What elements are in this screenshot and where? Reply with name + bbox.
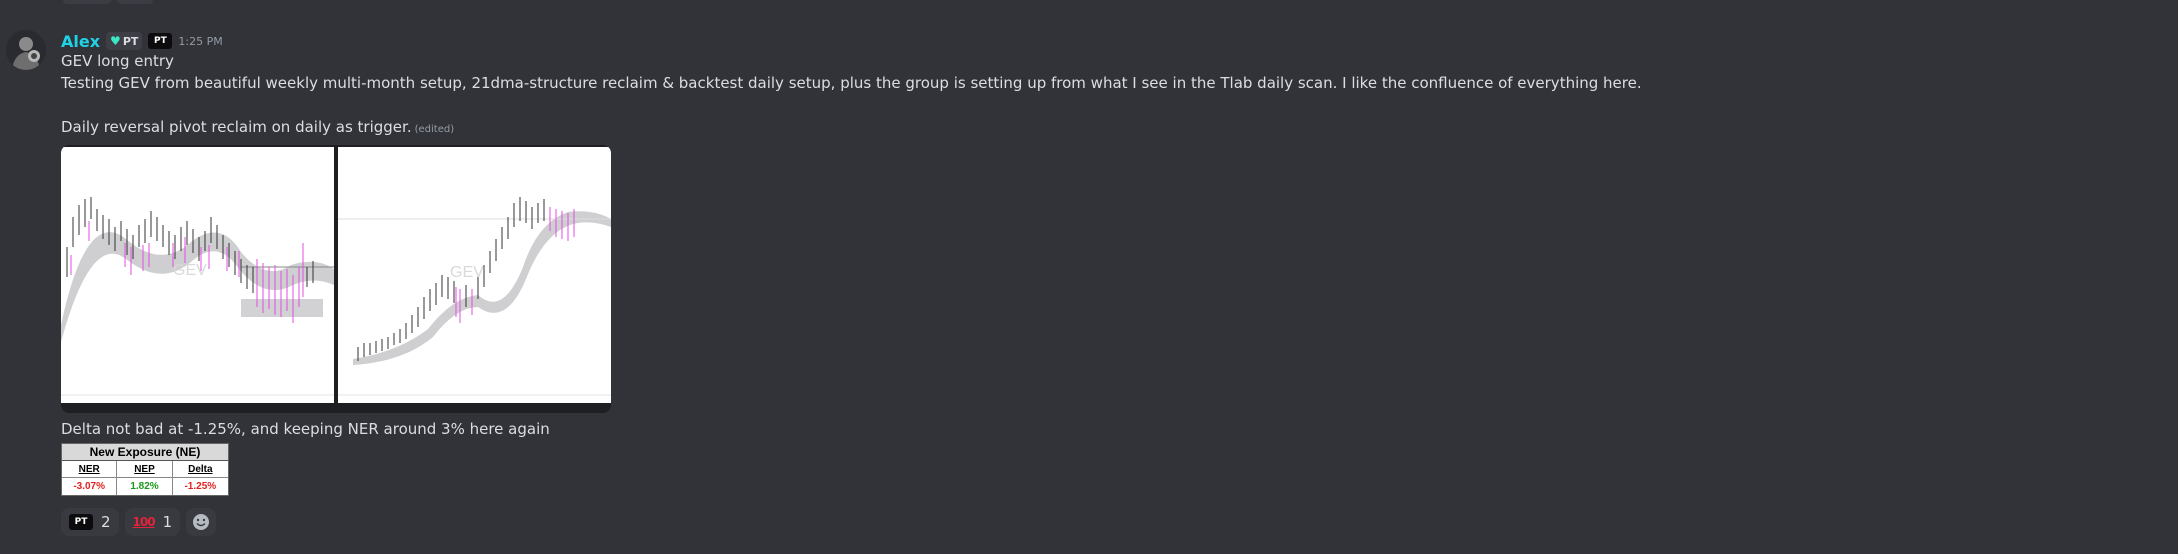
- avatar-image: [6, 30, 46, 70]
- previous-reaction-stub: [63, 0, 111, 4]
- exposure-header-delta: Delta: [172, 461, 228, 478]
- message-header: Alex ♥ PT PT 1:25 PM: [61, 30, 223, 52]
- role-badge-label: PT: [122, 34, 139, 48]
- smiley-icon: [193, 514, 210, 530]
- exposure-header-ner: NER: [62, 461, 118, 478]
- exposure-table-grid: NER NEP Delta -3.07% 1.82% -1.25%: [62, 461, 228, 495]
- image-attachments: GEV GEV: [61, 145, 611, 413]
- exposure-header-nep: NEP: [117, 461, 173, 478]
- username[interactable]: Alex: [61, 32, 100, 51]
- weekly-chart-drawing: GEV: [61, 197, 334, 396]
- add-reaction-button[interactable]: [186, 508, 217, 536]
- reaction-100[interactable]: 100 1: [124, 508, 181, 536]
- timestamp[interactable]: 1:25 PM: [178, 35, 222, 48]
- message-line-trigger: Daily reversal pivot reclaim on daily as…: [61, 118, 454, 136]
- chart-image-daily[interactable]: GEV: [338, 147, 611, 403]
- exposure-table-image[interactable]: New Exposure (NE) NER NEP Delta -3.07% 1…: [61, 443, 229, 496]
- trigger-text: Daily reversal pivot reclaim on daily as…: [61, 118, 412, 136]
- reactions-bar: PT 2 100 1: [61, 508, 217, 536]
- previous-reaction-stub: [117, 0, 153, 4]
- reaction-pt[interactable]: PT 2: [61, 508, 119, 536]
- exposure-table-title: New Exposure (NE): [62, 444, 228, 461]
- daily-chart-drawing: GEV: [338, 197, 611, 396]
- edited-label: (edited): [414, 124, 455, 135]
- exposure-value-delta: -1.25%: [184, 481, 217, 492]
- heart-icon: ♥: [110, 34, 121, 48]
- message-line-body: Testing GEV from beautiful weekly multi-…: [61, 74, 1642, 92]
- daily-chart-watermark: GEV: [450, 264, 484, 281]
- exposure-value-nep: 1.82%: [117, 478, 173, 495]
- chart-image-weekly[interactable]: GEV: [61, 147, 334, 403]
- exposure-value-ner: -3.07%: [62, 478, 118, 495]
- message-line-exposure: Delta not bad at -1.25%, and keeping NER…: [61, 420, 550, 438]
- pt-emoji-icon: PT: [69, 514, 93, 530]
- weekly-chart-watermark: GEV: [173, 262, 207, 279]
- reaction-count: 2: [101, 513, 111, 531]
- hundred-points-icon: 100: [132, 515, 156, 529]
- avatar[interactable]: [6, 30, 46, 70]
- reaction-count: 1: [162, 513, 173, 531]
- role-badge[interactable]: ♥ PT: [106, 32, 143, 50]
- message-line-title: GEV long entry: [61, 52, 174, 70]
- server-tag[interactable]: PT: [148, 33, 173, 49]
